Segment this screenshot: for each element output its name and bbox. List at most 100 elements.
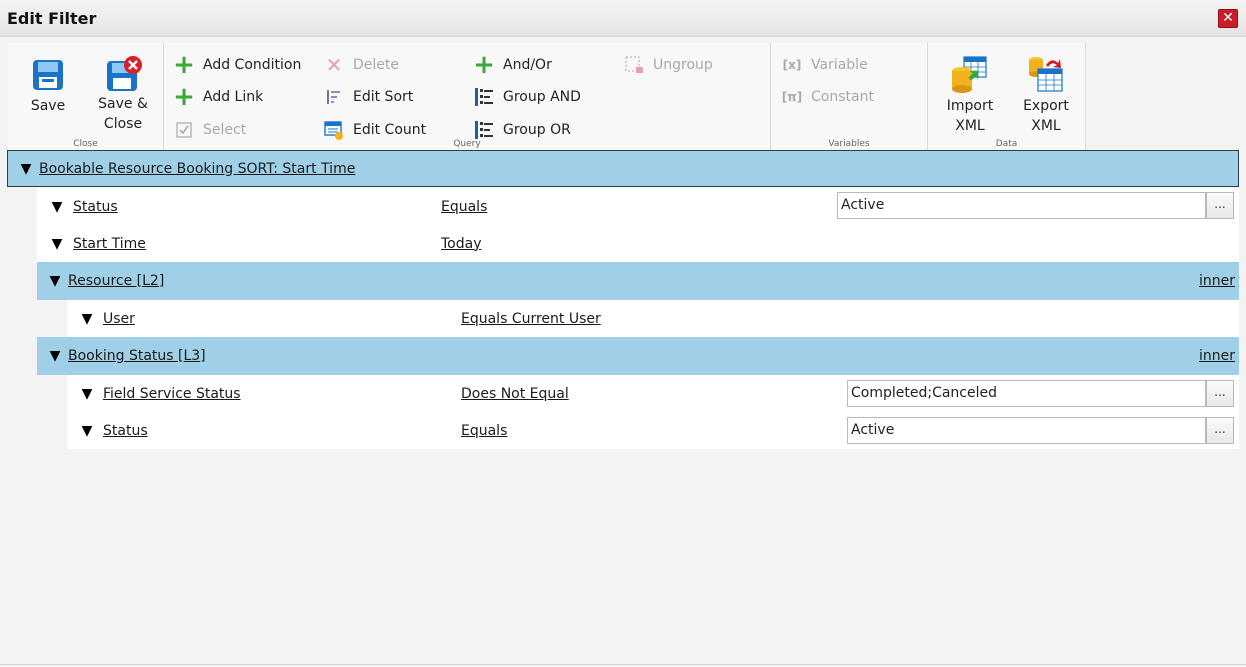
delete-x-icon: ✕: [325, 53, 343, 77]
ungroup-icon: [624, 55, 644, 75]
save-button-label: Save: [30, 98, 66, 114]
condition-operator-link[interactable]: Equals: [441, 199, 487, 215]
condition-operator-link[interactable]: Equals Current User: [461, 311, 601, 327]
select-label: Select: [203, 122, 247, 138]
select-button[interactable]: Select: [174, 119, 246, 141]
constant-label: Constant: [811, 89, 874, 105]
group-and-icon: [474, 87, 494, 107]
value-lookup-button[interactable]: ...: [1206, 417, 1234, 444]
import-xml-icon: [952, 56, 987, 93]
constant-button[interactable]: [π] Constant: [782, 86, 874, 108]
and-or-label: And/Or: [503, 57, 552, 73]
condition-field-link[interactable]: Field Service Status: [103, 386, 241, 402]
save-close-button[interactable]: Save & Close: [92, 55, 154, 134]
ribbon-group-label-data: Data: [995, 139, 1018, 149]
variable-label: Variable: [811, 57, 868, 73]
edit-sort-button[interactable]: Edit Sort: [324, 86, 413, 108]
delete-button[interactable]: ✕ Delete: [324, 54, 399, 76]
add-link-plus-icon: +: [173, 82, 195, 112]
constant-icon: [π]: [781, 90, 803, 104]
delete-label: Delete: [353, 57, 399, 73]
ribbon-group-label-close: Close: [73, 139, 98, 149]
condition-operator-link[interactable]: Does Not Equal: [461, 386, 569, 402]
and-or-button[interactable]: + And/Or: [473, 50, 552, 80]
value-lookup-button[interactable]: ...: [1206, 192, 1234, 219]
condition-value-field[interactable]: Active: [847, 417, 1206, 444]
expand-toggle-icon[interactable]: ▼: [16, 161, 36, 177]
ribbon-toolbar: Save Save & Close Close + Add Condition …: [8, 43, 1086, 150]
add-condition-plus-icon: +: [173, 50, 195, 80]
ribbon-group-close: Save Save & Close Close: [8, 43, 164, 150]
group-and-label: Group AND: [503, 89, 581, 105]
add-link-button[interactable]: + Add Link: [173, 82, 264, 112]
ribbon-group-data: Import XML Export XML Data: [928, 43, 1086, 150]
link-entity-name-link[interactable]: Resource [L2]: [68, 273, 164, 289]
group-and-button[interactable]: Group AND: [474, 86, 581, 108]
condition-operator-link[interactable]: Today: [441, 236, 482, 252]
edit-count-button[interactable]: Edit Count: [324, 119, 426, 141]
save-close-label-line1: Save &: [98, 96, 148, 112]
export-xml-label-line1: Export: [1023, 98, 1069, 114]
ribbon-group-label-variables: Variables: [828, 139, 870, 149]
import-xml-label-line1: Import: [946, 98, 994, 114]
sort-icon: [324, 87, 344, 107]
and-or-plus-icon: +: [473, 50, 495, 80]
add-link-label: Add Link: [203, 89, 264, 105]
add-condition-label: Add Condition: [203, 57, 302, 73]
variable-button[interactable]: [x] Variable: [782, 54, 868, 76]
checkbox-icon: [174, 120, 194, 140]
export-xml-button[interactable]: Export XML: [1016, 55, 1076, 136]
ribbon-group-query: + Add Condition + Add Link Select ✕ Dele…: [164, 43, 771, 150]
group-or-label: Group OR: [503, 122, 571, 138]
expand-toggle-icon[interactable]: ▼: [47, 236, 67, 252]
ungroup-button[interactable]: Ungroup: [624, 54, 713, 76]
expand-toggle-icon[interactable]: ▼: [77, 423, 97, 439]
save-button[interactable]: Save: [18, 57, 78, 116]
join-type-link[interactable]: inner: [1199, 348, 1235, 364]
link-entity-name-link[interactable]: Booking Status [L3]: [68, 348, 206, 364]
condition-row: ▼ Status Equals Active ...: [67, 412, 1239, 449]
ungroup-label: Ungroup: [653, 57, 713, 73]
expand-toggle-icon[interactable]: ▼: [45, 348, 65, 364]
save-icon: [33, 60, 63, 90]
expand-toggle-icon[interactable]: ▼: [77, 311, 97, 327]
expand-toggle-icon[interactable]: ▼: [77, 386, 97, 402]
condition-value-field[interactable]: Completed;Canceled: [847, 380, 1206, 407]
expand-toggle-icon[interactable]: ▼: [45, 273, 65, 289]
link-entity-row[interactable]: ▼ Resource [L2] inner: [37, 262, 1239, 300]
condition-operator-link[interactable]: Equals: [461, 423, 507, 439]
group-or-button[interactable]: Group OR: [474, 119, 571, 141]
expand-toggle-icon[interactable]: ▼: [47, 199, 67, 215]
ribbon-group-variables: [x] Variable [π] Constant Variables: [771, 43, 928, 150]
export-xml-icon: [1029, 57, 1063, 92]
group-or-icon: [474, 120, 494, 140]
condition-row: ▼ Status Equals Active ...: [37, 188, 1239, 225]
window-bottom-border: [0, 664, 1246, 665]
condition-value-field[interactable]: Active: [837, 192, 1206, 219]
join-type-link[interactable]: inner: [1199, 273, 1235, 289]
count-table-icon: [324, 120, 344, 140]
condition-field-link[interactable]: Start Time: [73, 236, 146, 252]
window-titlebar: Edit Filter ✕: [0, 0, 1246, 37]
ribbon-group-label-query: Query: [453, 139, 481, 149]
entity-name-link[interactable]: Bookable Resource Booking SORT: Start Ti…: [39, 161, 355, 177]
condition-row: ▼ User Equals Current User: [67, 300, 1239, 337]
link-entity-row[interactable]: ▼ Booking Status [L3] inner: [37, 337, 1239, 375]
save-close-icon: [107, 56, 142, 91]
entity-header-row[interactable]: ▼ Bookable Resource Booking SORT: Start …: [7, 150, 1239, 187]
condition-row: ▼ Start Time Today: [37, 225, 1239, 262]
window-title: Edit Filter: [7, 9, 97, 28]
save-close-label-line2: Close: [103, 116, 143, 132]
condition-field-link[interactable]: User: [103, 311, 135, 327]
condition-field-link[interactable]: Status: [103, 423, 148, 439]
edit-sort-label: Edit Sort: [353, 89, 414, 105]
condition-field-link[interactable]: Status: [73, 199, 118, 215]
close-window-button[interactable]: ✕: [1218, 9, 1238, 28]
import-xml-button[interactable]: Import XML: [940, 55, 1000, 136]
edit-count-label: Edit Count: [353, 122, 427, 138]
add-condition-button[interactable]: + Add Condition: [173, 50, 302, 80]
condition-row: ▼ Field Service Status Does Not Equal Co…: [67, 375, 1239, 412]
value-lookup-button[interactable]: ...: [1206, 380, 1234, 407]
export-xml-label-line2: XML: [1031, 118, 1061, 134]
variable-icon: [x]: [782, 58, 802, 72]
